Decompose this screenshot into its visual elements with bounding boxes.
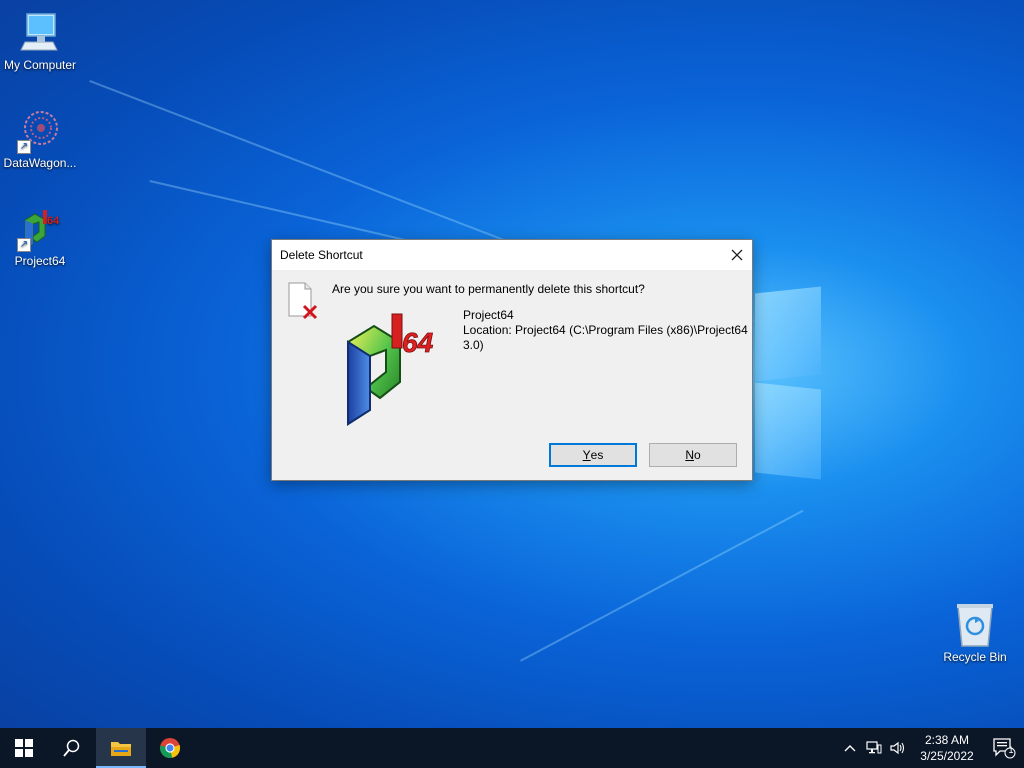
search-button[interactable] xyxy=(48,728,96,768)
svg-text:64: 64 xyxy=(47,215,60,227)
search-icon xyxy=(63,739,80,757)
folder-icon xyxy=(111,742,131,756)
confirm-question: Are you sure you want to permanently del… xyxy=(332,282,645,296)
dialog-title: Delete Shortcut xyxy=(280,248,363,262)
clock[interactable]: 2:38 AM 3/25/2022 xyxy=(910,732,984,764)
shortcut-info: Project64 Location: Project64 (C:\Progra… xyxy=(463,308,748,353)
notification-count-badge: 1 xyxy=(1008,745,1014,755)
datawagon-icon: ↗ xyxy=(17,108,63,154)
desktop-icon-recycle-bin[interactable]: Recycle Bin xyxy=(935,602,1015,664)
volume-button[interactable] xyxy=(886,728,910,768)
action-center-button[interactable]: 1 xyxy=(984,728,1024,768)
system-tray: 2:38 AM 3/25/2022 1 xyxy=(838,728,1024,768)
shortcut-name: Project64 xyxy=(463,308,514,322)
no-button-mnemonic: N xyxy=(685,448,694,462)
yes-button-label: es xyxy=(590,448,604,462)
windows-start-icon xyxy=(15,739,33,757)
start-button[interactable] xyxy=(0,728,48,768)
desktop-icon-datawagon[interactable]: ↗ DataWagon... xyxy=(0,108,80,170)
shortcut-arrow-icon: ↗ xyxy=(17,140,31,154)
network-icon xyxy=(866,741,882,754)
desktop-icon-label: Project64 xyxy=(14,254,66,268)
show-hidden-icons-button[interactable] xyxy=(838,728,862,768)
taskbar-file-explorer[interactable] xyxy=(96,728,146,768)
chevron-up-icon xyxy=(844,745,856,752)
no-button-label: o xyxy=(693,448,701,462)
network-button[interactable] xyxy=(862,728,886,768)
close-button[interactable] xyxy=(722,240,752,270)
dialog-titlebar[interactable]: Delete Shortcut xyxy=(272,240,752,270)
clock-time: 2:38 AM xyxy=(924,733,970,747)
desktop-icon-label: DataWagon... xyxy=(3,156,77,170)
project64-icon: 64 ↗ xyxy=(17,206,63,252)
desktop-icon-project64[interactable]: 64 ↗ Project64 xyxy=(0,206,80,268)
chrome-icon xyxy=(160,738,181,758)
yes-button-mnemonic: Y xyxy=(582,448,591,462)
yes-button[interactable]: Yes xyxy=(549,443,637,467)
clock-date: 3/25/2022 xyxy=(920,749,974,763)
volume-icon xyxy=(890,741,905,755)
desktop-icon-label: My Computer xyxy=(3,58,77,72)
close-icon xyxy=(731,249,743,261)
delete-file-icon xyxy=(288,282,318,320)
recycle-bin-icon xyxy=(952,602,998,648)
shortcut-arrow-icon: ↗ xyxy=(17,238,31,252)
project64-large-icon: 64 xyxy=(336,310,446,430)
svg-text:64: 64 xyxy=(402,327,434,358)
desktop-icon-my-computer[interactable]: My Computer xyxy=(0,10,80,72)
taskbar-chrome[interactable] xyxy=(146,728,194,768)
shortcut-location: Location: Project64 (C:\Program Files (x… xyxy=(463,323,748,352)
taskbar: 2:38 AM 3/25/2022 1 xyxy=(0,728,1024,768)
delete-shortcut-dialog: Delete Shortcut Are you sure you want to… xyxy=(271,239,753,481)
no-button[interactable]: No xyxy=(649,443,737,467)
windows-logo-wallpaper xyxy=(755,286,825,480)
desktop-icon-label: Recycle Bin xyxy=(943,650,1007,664)
computer-icon xyxy=(17,10,63,56)
